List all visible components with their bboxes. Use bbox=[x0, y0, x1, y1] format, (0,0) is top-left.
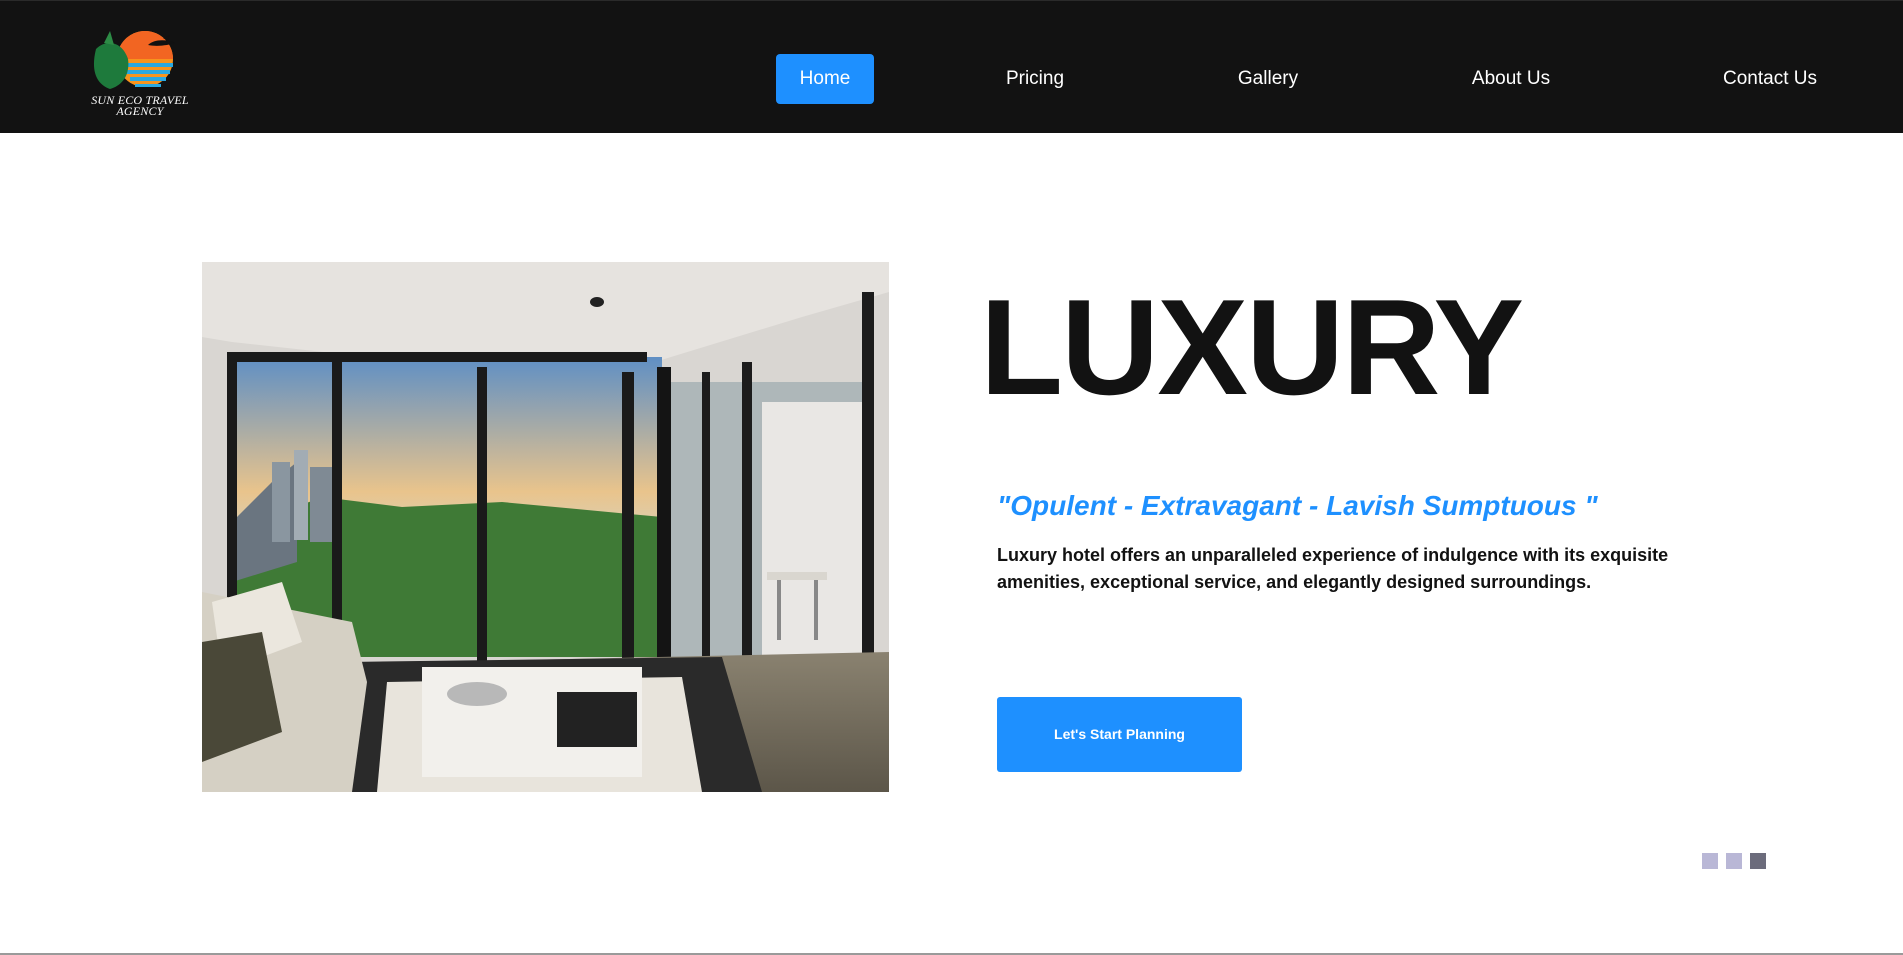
logo-text: SUN ECO TRAVEL AGENCY bbox=[88, 94, 192, 118]
logo-text-line2: AGENCY bbox=[116, 104, 164, 118]
luxury-apartment-interior-photo bbox=[202, 262, 889, 792]
slider-dot-3[interactable] bbox=[1750, 853, 1766, 869]
nav-contact-us[interactable]: Contact Us bbox=[1714, 54, 1826, 104]
nav-home[interactable]: Home bbox=[776, 54, 874, 104]
nav-about-us[interactable]: About Us bbox=[1455, 54, 1567, 104]
sun-eco-logo-icon bbox=[93, 31, 176, 89]
slider-pagination bbox=[1702, 853, 1774, 869]
nav-pricing[interactable]: Pricing bbox=[985, 54, 1085, 104]
slider-dot-2[interactable] bbox=[1726, 853, 1742, 869]
slider-dot-1[interactable] bbox=[1702, 853, 1718, 869]
hero-description: Luxury hotel offers an unparalleled expe… bbox=[997, 545, 1669, 592]
nav-gallery[interactable]: Gallery bbox=[1218, 54, 1318, 104]
site-logo[interactable]: SUN ECO TRAVEL AGENCY bbox=[88, 29, 192, 121]
start-planning-button[interactable]: Let's Start Planning bbox=[997, 697, 1242, 772]
hero-tagline: "Opulent - Extravagant - Lavish Sumptuou… bbox=[997, 490, 1598, 521]
top-navigation-bar: SUN ECO TRAVEL AGENCY Home Pricing Galle… bbox=[0, 0, 1903, 133]
hero-title: LUXURY bbox=[980, 271, 1524, 423]
